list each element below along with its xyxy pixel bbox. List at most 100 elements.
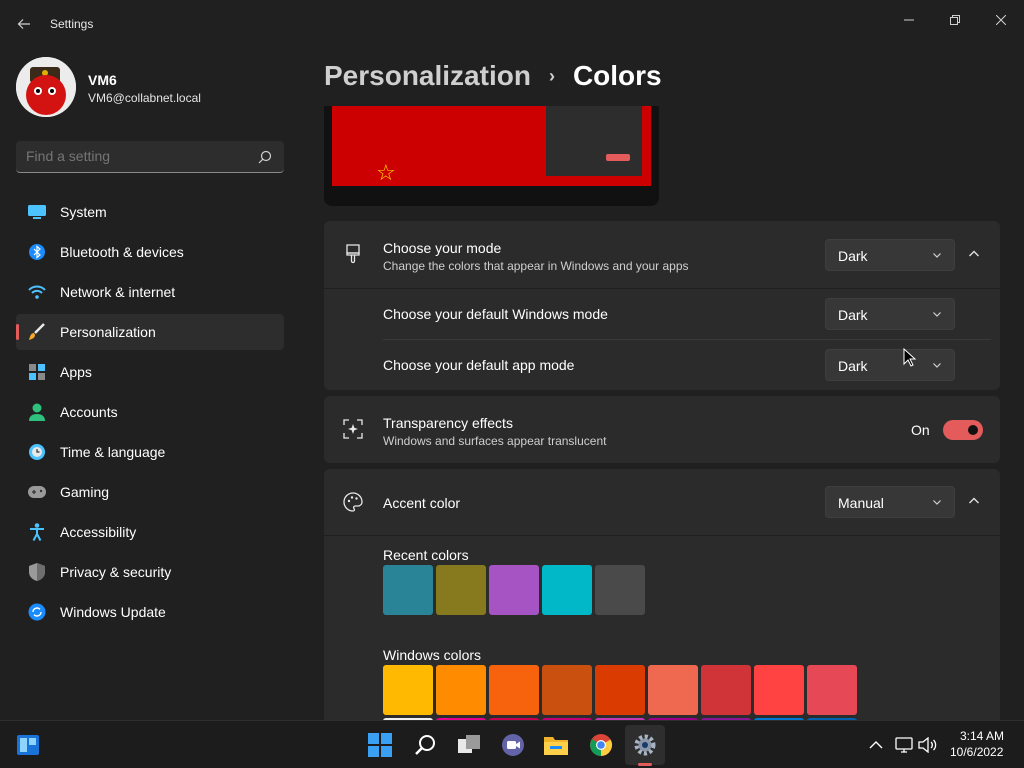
bluetooth-icon: [28, 243, 46, 261]
wifi-icon: [28, 283, 46, 301]
clock-globe-icon: [28, 443, 46, 461]
sidebar-item-accounts[interactable]: Accounts: [16, 394, 284, 430]
row-title: Transparency effects: [383, 415, 513, 431]
sidebar-item-time-language[interactable]: Time & language: [16, 434, 284, 470]
collapse-button[interactable]: [966, 246, 982, 262]
mode-dropdown[interactable]: Dark: [825, 239, 955, 271]
color-swatch[interactable]: [383, 665, 433, 715]
sidebar-item-gaming[interactable]: Gaming: [16, 474, 284, 510]
palette-icon: [342, 491, 364, 513]
settings-icon: [634, 734, 656, 756]
chrome-button[interactable]: [587, 731, 615, 759]
shield-icon: [28, 563, 46, 581]
color-swatch[interactable]: [701, 665, 751, 715]
collapse-button[interactable]: [966, 493, 982, 509]
restore-icon: [950, 15, 960, 25]
transparency-toggle[interactable]: [943, 420, 983, 440]
breadcrumb-parent[interactable]: Personalization: [324, 60, 531, 92]
sidebar-item-label: Bluetooth & devices: [60, 244, 184, 260]
chevron-up-icon: [969, 497, 979, 504]
widgets-icon: [17, 735, 39, 755]
dropdown-value: Dark: [838, 307, 868, 323]
widgets-button[interactable]: [14, 731, 42, 759]
sidebar-item-label: Personalization: [60, 324, 156, 340]
color-swatch[interactable]: [383, 565, 433, 615]
chevron-down-icon: [933, 312, 941, 317]
volume-button[interactable]: [918, 735, 938, 755]
color-swatch[interactable]: [595, 665, 645, 715]
close-button[interactable]: [978, 4, 1024, 36]
teams-chat-icon: [502, 734, 524, 756]
color-swatch[interactable]: [436, 665, 486, 715]
app-title: Settings: [50, 17, 94, 31]
user-email: VM6@collabnet.local: [88, 91, 201, 105]
windows-mode-dropdown[interactable]: Dark: [825, 298, 955, 330]
toggle-knob: [968, 425, 978, 435]
sidebar-item-network[interactable]: Network & internet: [16, 274, 284, 310]
sidebar-item-windows-update[interactable]: Windows Update: [16, 594, 284, 630]
clock-date[interactable]: 10/6/2022: [950, 745, 1003, 759]
file-explorer-button[interactable]: [542, 731, 570, 759]
row-description: Windows and surfaces appear translucent: [383, 434, 607, 448]
app-mode-dropdown[interactable]: Dark: [825, 349, 955, 381]
main-content: ☆ Choose your mode Change the colors tha…: [324, 106, 1000, 720]
search-input[interactable]: [26, 148, 246, 164]
user-profile[interactable]: VM6 VM6@collabnet.local: [16, 57, 296, 117]
choose-mode-card: Choose your mode Change the colors that …: [324, 221, 1000, 390]
clock-time[interactable]: 3:14 AM: [960, 729, 1004, 743]
monitor-icon: [28, 203, 46, 221]
color-swatch[interactable]: [542, 565, 592, 615]
close-icon: [996, 15, 1006, 25]
row-title: Accent color: [383, 495, 461, 511]
chevron-down-icon: [933, 363, 941, 368]
windows-mode-row: Choose your default Windows mode Dark: [324, 289, 1000, 339]
color-swatch[interactable]: [754, 665, 804, 715]
chevron-down-icon: [933, 500, 941, 505]
accent-dropdown[interactable]: Manual: [825, 486, 955, 518]
color-swatch[interactable]: [648, 665, 698, 715]
windows-colors-label: Windows colors: [383, 647, 482, 663]
search-box[interactable]: [16, 141, 284, 173]
color-swatch[interactable]: [489, 665, 539, 715]
volume-icon: [918, 737, 937, 753]
theme-preview: ☆: [324, 106, 659, 206]
sidebar-item-privacy[interactable]: Privacy & security: [16, 554, 284, 590]
sidebar-item-label: System: [60, 204, 107, 220]
back-button[interactable]: [12, 12, 36, 36]
color-swatch[interactable]: [807, 665, 857, 715]
gamepad-icon: [28, 483, 46, 501]
chrome-icon: [590, 734, 612, 756]
start-button[interactable]: [366, 731, 394, 759]
color-swatch[interactable]: [542, 665, 592, 715]
settings-app-button[interactable]: [631, 731, 659, 759]
show-hidden-icons-button[interactable]: [866, 735, 886, 755]
sidebar-item-accessibility[interactable]: Accessibility: [16, 514, 284, 550]
accent-color-row[interactable]: Accent color Manual: [324, 469, 1000, 535]
chat-button[interactable]: [499, 731, 527, 759]
sidebar-item-apps[interactable]: Apps: [16, 354, 284, 390]
update-icon: [28, 603, 46, 621]
sidebar-item-personalization[interactable]: Personalization: [16, 314, 284, 350]
sidebar-item-bluetooth[interactable]: Bluetooth & devices: [16, 234, 284, 270]
row-title: Choose your default Windows mode: [383, 306, 608, 322]
minimize-button[interactable]: [886, 4, 932, 36]
transparency-card: Transparency effects Windows and surface…: [324, 396, 1000, 463]
app-mode-row: Choose your default app mode Dark: [324, 340, 1000, 390]
task-view-icon: [458, 735, 480, 753]
apps-icon: [28, 363, 46, 381]
dropdown-value: Dark: [838, 248, 868, 264]
color-swatch[interactable]: [489, 565, 539, 615]
color-swatch[interactable]: [595, 565, 645, 615]
sidebar-item-label: Windows Update: [60, 604, 166, 620]
color-swatch[interactable]: [436, 565, 486, 615]
sidebar-item-system[interactable]: System: [16, 194, 284, 230]
file-explorer-icon: [544, 737, 568, 755]
taskbar-search-button[interactable]: [411, 731, 439, 759]
sidebar-item-label: Privacy & security: [60, 564, 172, 580]
choose-mode-row[interactable]: Choose your mode Change the colors that …: [324, 221, 1000, 288]
restore-button[interactable]: [932, 4, 978, 36]
task-view-button[interactable]: [455, 731, 483, 759]
settings-window: Settings VM6 VM6@collabnet.local Find a …: [0, 0, 1024, 720]
network-status-button[interactable]: [894, 735, 914, 755]
sparkle-icon: [342, 418, 364, 440]
